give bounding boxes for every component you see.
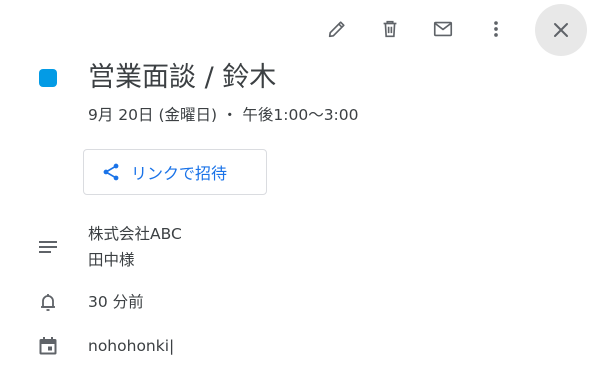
close-icon — [554, 23, 568, 37]
close-button[interactable] — [535, 4, 587, 56]
notes-icon — [36, 235, 60, 259]
trash-icon — [383, 20, 397, 38]
event-datetime: 9月 20日 (金曜日) ・ 午後1:00～3:00 — [88, 106, 359, 124]
more-options-button[interactable] — [476, 9, 516, 49]
pencil-icon — [328, 21, 345, 38]
event-title: 営業面談 / 鈴木 — [88, 62, 277, 93]
edit-button[interactable] — [317, 9, 357, 49]
description-line-company: 株式会社ABC — [88, 225, 182, 243]
bell-icon — [36, 290, 60, 314]
delete-button[interactable] — [370, 9, 410, 49]
invite-via-link-label: リンクで招待 — [131, 164, 228, 183]
calendar-icon — [36, 334, 60, 358]
event-color-chip — [39, 69, 57, 87]
invite-via-link-button[interactable]: リンクで招待 — [83, 149, 267, 195]
event-toolbar — [0, 0, 599, 58]
more-vert-icon — [494, 21, 498, 37]
event-details-popup: 営業面談 / 鈴木 9月 20日 (金曜日) ・ 午後1:00～3:00 リンク… — [0, 0, 599, 389]
email-guests-button[interactable] — [423, 9, 463, 49]
calendar-name: nohohonki| — [88, 337, 175, 355]
description-line-contact: 田中様 — [88, 251, 135, 269]
reminder-text: 30 分前 — [88, 293, 144, 311]
mail-icon — [433, 21, 453, 37]
share-icon — [103, 163, 119, 181]
